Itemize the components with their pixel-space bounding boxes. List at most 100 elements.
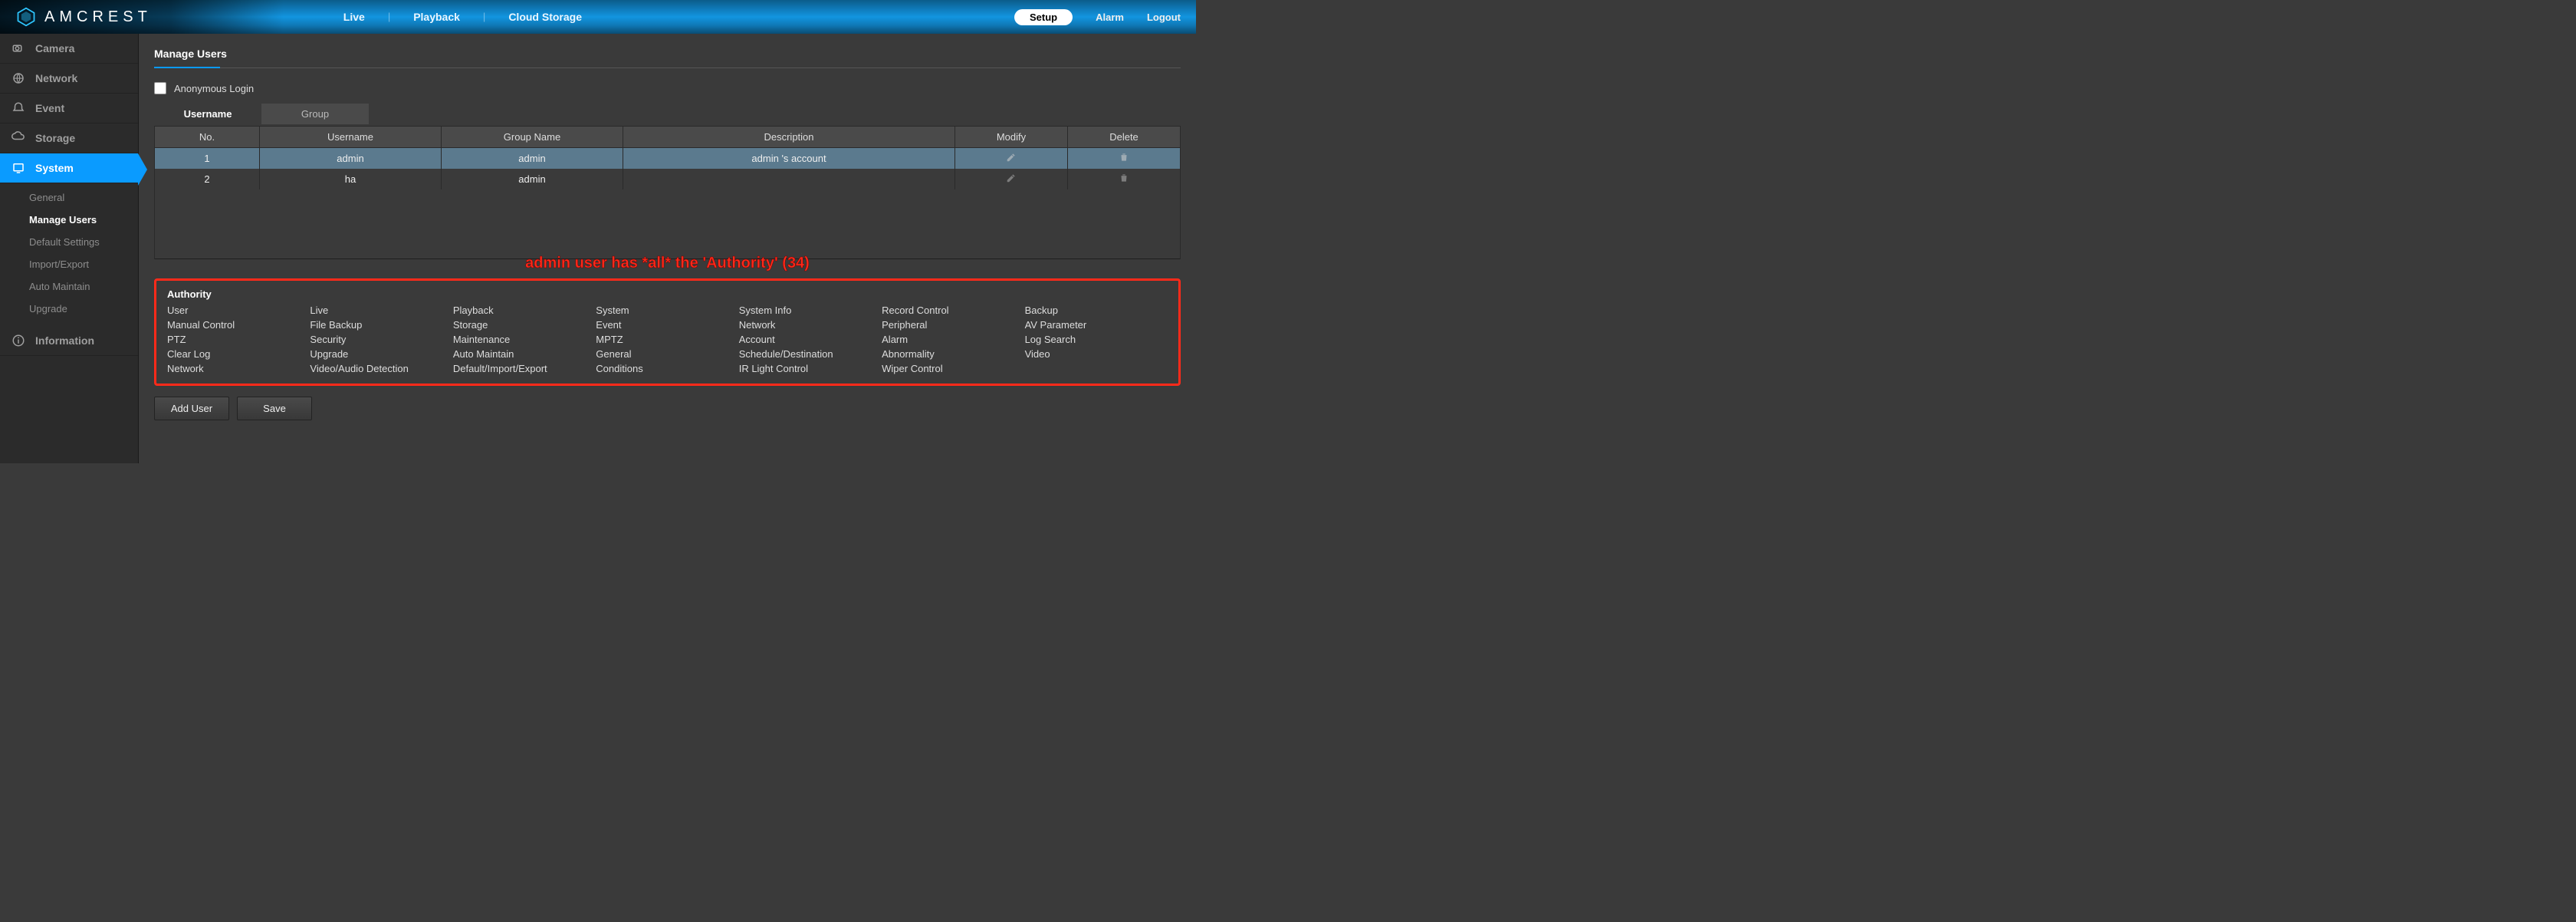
top-bar: AMCREST Live | Playback | Cloud Storage … bbox=[0, 0, 1196, 34]
cell-username: ha bbox=[260, 169, 442, 189]
authority-item: System Info bbox=[739, 305, 882, 316]
authority-item: Schedule/Destination bbox=[739, 348, 882, 360]
amcrest-logo-icon bbox=[15, 6, 37, 28]
col-group: Group Name bbox=[442, 127, 623, 148]
nav-live[interactable]: Live bbox=[343, 11, 365, 23]
authority-item: Manual Control bbox=[167, 319, 310, 331]
annotation-overlay: admin user has *all* the 'Authority' (34… bbox=[154, 255, 1181, 272]
pencil-icon[interactable] bbox=[1006, 153, 1017, 165]
sub-manage-users[interactable]: Manage Users bbox=[0, 209, 138, 231]
authority-item: Live bbox=[310, 305, 452, 316]
network-icon bbox=[11, 71, 26, 85]
authority-panel: Authority UserLivePlaybackSystemSystem I… bbox=[154, 278, 1181, 386]
table-row[interactable]: 1 admin admin admin 's account bbox=[155, 148, 1181, 170]
table-empty-space bbox=[155, 189, 1181, 259]
cell-username: admin bbox=[260, 148, 442, 170]
subtab-group[interactable]: Group bbox=[261, 104, 369, 124]
page-title: Manage Users bbox=[154, 48, 1181, 68]
cell-no: 2 bbox=[155, 169, 260, 189]
authority-item: MPTZ bbox=[596, 334, 738, 345]
add-user-button[interactable]: Add User bbox=[154, 397, 229, 420]
authority-item: Upgrade bbox=[310, 348, 452, 360]
sidebar-item-label: System bbox=[35, 162, 74, 174]
pencil-icon[interactable] bbox=[1006, 174, 1017, 186]
authority-item: Auto Maintain bbox=[453, 348, 596, 360]
authority-item: User bbox=[167, 305, 310, 316]
nav-alarm[interactable]: Alarm bbox=[1096, 12, 1124, 23]
sub-default-settings[interactable]: Default Settings bbox=[0, 231, 138, 253]
authority-title: Authority bbox=[167, 288, 1168, 300]
sidebar-subitems-system: General Manage Users Default Settings Im… bbox=[0, 183, 138, 326]
brand-text: AMCREST bbox=[44, 8, 152, 26]
brand-logo: AMCREST bbox=[15, 6, 152, 28]
users-table: No. Username Group Name Description Modi… bbox=[154, 126, 1181, 259]
col-username: Username bbox=[260, 127, 442, 148]
authority-grid: UserLivePlaybackSystemSystem InfoRecord … bbox=[167, 305, 1168, 374]
subtab-username[interactable]: Username bbox=[154, 104, 261, 124]
nav-separator: | bbox=[388, 11, 390, 23]
sidebar-item-storage[interactable]: Storage bbox=[0, 123, 138, 153]
cell-description bbox=[623, 169, 955, 189]
col-modify: Modify bbox=[955, 127, 1068, 148]
event-icon bbox=[11, 101, 26, 115]
sub-general[interactable]: General bbox=[0, 186, 138, 209]
authority-item: Maintenance bbox=[453, 334, 596, 345]
sub-import-export[interactable]: Import/Export bbox=[0, 253, 138, 275]
authority-item: Storage bbox=[453, 319, 596, 331]
authority-item: Conditions bbox=[596, 363, 738, 374]
authority-item: Backup bbox=[1025, 305, 1168, 316]
storage-icon bbox=[11, 131, 26, 145]
top-right-nav: Setup Alarm Logout bbox=[1014, 9, 1181, 25]
cell-group: admin bbox=[442, 148, 623, 170]
sidebar-item-information[interactable]: Information bbox=[0, 326, 138, 356]
sidebar-item-event[interactable]: Event bbox=[0, 94, 138, 123]
authority-item: Log Search bbox=[1025, 334, 1168, 345]
sidebar-item-label: Camera bbox=[35, 42, 74, 54]
authority-item: Playback bbox=[453, 305, 596, 316]
sidebar-item-system[interactable]: System bbox=[0, 153, 138, 183]
nav-setup[interactable]: Setup bbox=[1014, 9, 1073, 25]
table-row[interactable]: 2 ha admin bbox=[155, 169, 1181, 189]
authority-item: Clear Log bbox=[167, 348, 310, 360]
authority-item: IR Light Control bbox=[739, 363, 882, 374]
authority-item: File Backup bbox=[310, 319, 452, 331]
sidebar-item-label: Event bbox=[35, 102, 64, 114]
button-row: Add User Save bbox=[154, 397, 1181, 420]
cell-group: admin bbox=[442, 169, 623, 189]
authority-item: Security bbox=[310, 334, 452, 345]
authority-item: Wiper Control bbox=[882, 363, 1024, 374]
save-button[interactable]: Save bbox=[237, 397, 312, 420]
nav-logout[interactable]: Logout bbox=[1147, 12, 1181, 23]
nav-separator: | bbox=[483, 11, 485, 23]
col-delete: Delete bbox=[1068, 127, 1181, 148]
authority-item: Network bbox=[739, 319, 882, 331]
authority-item: Alarm bbox=[882, 334, 1024, 345]
system-icon bbox=[11, 161, 26, 175]
cell-no: 1 bbox=[155, 148, 260, 170]
nav-cloud-storage[interactable]: Cloud Storage bbox=[508, 11, 582, 23]
sidebar-item-label: Storage bbox=[35, 132, 75, 144]
anonymous-login-checkbox[interactable] bbox=[154, 82, 166, 94]
sub-upgrade[interactable]: Upgrade bbox=[0, 298, 138, 320]
main-content: Manage Users Anonymous Login Username Gr… bbox=[139, 34, 1196, 463]
authority-item: General bbox=[596, 348, 738, 360]
trash-icon[interactable] bbox=[1119, 174, 1129, 186]
authority-item: System bbox=[596, 305, 738, 316]
nav-playback[interactable]: Playback bbox=[413, 11, 460, 23]
authority-item: Event bbox=[596, 319, 738, 331]
cell-description: admin 's account bbox=[623, 148, 955, 170]
anonymous-login-label: Anonymous Login bbox=[174, 83, 254, 94]
sidebar-item-camera[interactable]: Camera bbox=[0, 34, 138, 64]
col-no: No. bbox=[155, 127, 260, 148]
sidebar-item-network[interactable]: Network bbox=[0, 64, 138, 94]
authority-item: Peripheral bbox=[882, 319, 1024, 331]
main-nav: Live | Playback | Cloud Storage bbox=[343, 11, 582, 23]
authority-item: Video bbox=[1025, 348, 1168, 360]
trash-icon[interactable] bbox=[1119, 153, 1129, 165]
subtabs: Username Group bbox=[154, 104, 1181, 124]
sidebar-item-label: Network bbox=[35, 72, 77, 84]
sidebar-item-label: Information bbox=[35, 334, 94, 347]
camera-icon bbox=[11, 41, 26, 55]
sub-auto-maintain[interactable]: Auto Maintain bbox=[0, 275, 138, 298]
authority-item: PTZ bbox=[167, 334, 310, 345]
